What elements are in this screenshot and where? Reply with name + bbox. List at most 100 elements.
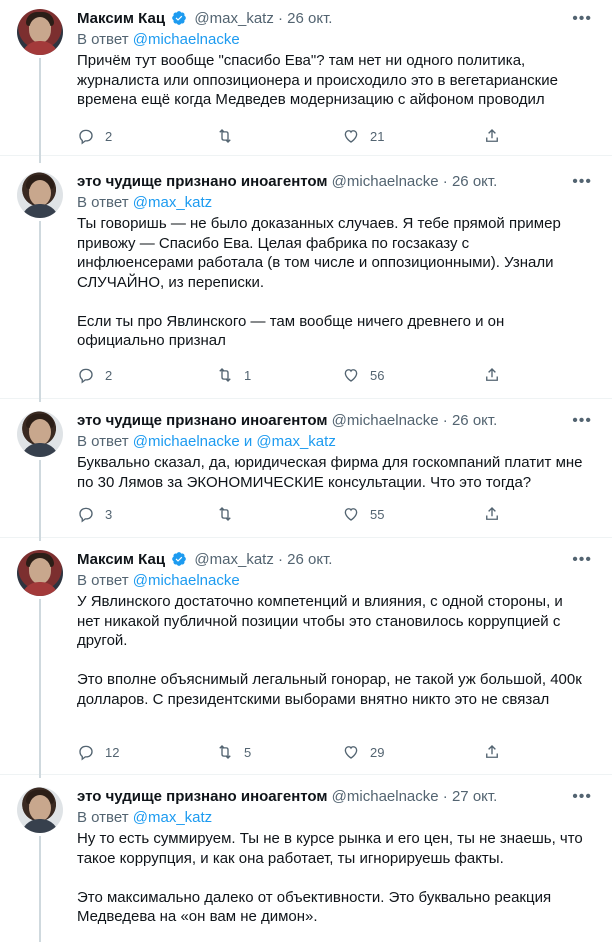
avatar[interactable]: [17, 172, 63, 218]
share-button[interactable]: [483, 127, 501, 147]
avatar[interactable]: [17, 411, 63, 457]
reply-to-line: В ответ @max_katz: [77, 808, 212, 828]
tweet[interactable]: Максим Кац @max_katz · 26 окт. ••• В отв…: [0, 538, 612, 775]
thread-line: [39, 599, 41, 775]
tweet-text: Причём тут вообще "спасибо Ева"? там нет…: [77, 52, 563, 108]
tweet-date[interactable]: 26 окт.: [287, 551, 332, 568]
separator-dot: ·: [442, 173, 448, 190]
separator-dot: ·: [278, 10, 283, 27]
tweet[interactable]: Максим Кац @max_katz · 26 окт. ••• В отв…: [0, 0, 612, 156]
reply-button[interactable]: 2: [77, 127, 112, 147]
tweet[interactable]: это чудище признано иноагентом @michaeln…: [0, 156, 612, 399]
author-name[interactable]: это чудище признано иноагентом: [77, 412, 328, 429]
reply-prefix: В ответ: [77, 194, 133, 211]
tweet-date[interactable]: 27 окт.: [452, 788, 497, 805]
author-handle[interactable]: @max_katz: [194, 10, 273, 27]
tweet[interactable]: это чудище признано иноагентом @michaeln…: [0, 775, 612, 942]
share-button[interactable]: [483, 366, 501, 386]
retweet-button[interactable]: 1: [216, 366, 251, 386]
like-button[interactable]: 29: [342, 743, 384, 763]
thread-line: [39, 58, 41, 156]
share-icon: [486, 368, 498, 381]
author-handle[interactable]: @michaelnacke: [332, 788, 439, 805]
reply-mention-link[interactable]: @michaelnacke: [133, 31, 240, 48]
more-options-icon[interactable]: •••: [572, 787, 592, 807]
more-options-icon[interactable]: •••: [572, 550, 592, 570]
author-name[interactable]: Максим Кац: [77, 10, 165, 27]
like-button[interactable]: 55: [342, 505, 384, 525]
like-button[interactable]: 56: [342, 366, 384, 386]
avatar[interactable]: [17, 550, 63, 596]
share-icon: [486, 129, 498, 142]
reply-count: 12: [105, 745, 120, 760]
thread-line: [39, 836, 41, 942]
more-options-icon[interactable]: •••: [572, 9, 592, 29]
more-options-icon[interactable]: •••: [572, 172, 592, 192]
tweet-date[interactable]: 26 окт.: [287, 10, 332, 27]
share-button[interactable]: [483, 505, 501, 525]
tweet-text: У Явлинского достаточно компетенций и вл…: [77, 593, 582, 708]
retweet-icon: [219, 507, 231, 521]
thread-line: [39, 399, 41, 402]
reply-prefix: В ответ: [77, 433, 133, 450]
author-name[interactable]: это чудище признано иноагентом: [77, 788, 328, 805]
reply-icon: [79, 507, 93, 523]
reply-to-line: В ответ @michaelnacke: [77, 571, 240, 591]
action-bar: 12 5 29: [77, 743, 517, 763]
retweet-button[interactable]: 5: [216, 743, 251, 763]
thread-line: [39, 538, 41, 541]
author-name[interactable]: это чудище признано иноагентом: [77, 173, 328, 190]
share-icon: [486, 507, 498, 520]
reply-icon: [79, 368, 93, 384]
like-count: 29: [370, 745, 385, 760]
like-button[interactable]: 21: [342, 127, 384, 147]
reply-mention-link[interactable]: @michaelnacke и @max_katz: [133, 433, 336, 450]
tweet-date[interactable]: 26 окт.: [452, 412, 497, 429]
reply-mention-link[interactable]: @max_katz: [133, 809, 212, 826]
reply-button[interactable]: 2: [77, 366, 112, 386]
tweet-text: Буквально сказал, да, юридическая фирма …: [77, 454, 587, 491]
thread-line: [39, 156, 41, 163]
reply-prefix: В ответ: [77, 31, 133, 48]
reply-mention-link[interactable]: @max_katz: [133, 194, 212, 211]
reply-button[interactable]: 12: [77, 743, 119, 763]
author-handle[interactable]: @michaelnacke: [332, 412, 439, 429]
avatar[interactable]: [17, 9, 63, 55]
retweet-button[interactable]: [216, 505, 244, 525]
reply-icon: [79, 745, 93, 761]
heart-icon: [344, 508, 358, 521]
heart-icon: [344, 130, 358, 143]
separator-dot: ·: [442, 788, 448, 805]
author-handle[interactable]: @max_katz: [194, 551, 273, 568]
retweet-count: 1: [244, 368, 252, 383]
reply-mention-link[interactable]: @michaelnacke: [133, 572, 240, 589]
thread-line: [39, 221, 41, 399]
verified-badge-icon: [172, 552, 187, 566]
reply-count: 2: [105, 368, 113, 383]
reply-prefix: В ответ: [77, 809, 133, 826]
tweet-text: Ты говоришь — не было доказанных случаев…: [77, 215, 561, 349]
reply-button[interactable]: 3: [77, 505, 112, 525]
retweet-button[interactable]: [216, 127, 244, 147]
share-icon: [486, 745, 498, 758]
retweet-icon: [219, 129, 231, 143]
tweet-text: Ну то есть суммируем. Ты не в курсе рынк…: [77, 830, 583, 925]
tweet[interactable]: это чудище признано иноагентом @michaeln…: [0, 399, 612, 538]
like-count: 21: [370, 129, 385, 144]
like-count: 56: [370, 368, 385, 383]
share-button[interactable]: [483, 743, 501, 763]
tweet-date[interactable]: 26 окт.: [452, 173, 497, 190]
retweet-icon: [219, 368, 231, 382]
verified-badge-icon: [172, 11, 187, 25]
reply-icon: [79, 129, 93, 145]
more-options-icon[interactable]: •••: [572, 411, 592, 431]
thread-line: [39, 775, 41, 778]
author-handle[interactable]: @michaelnacke: [332, 173, 439, 190]
author-name[interactable]: Максим Кац: [77, 551, 165, 568]
separator-dot: ·: [278, 551, 283, 568]
heart-icon: [344, 746, 358, 759]
avatar[interactable]: [17, 787, 63, 833]
action-bar: 3 55: [77, 505, 517, 525]
like-count: 55: [370, 507, 385, 522]
action-bar: 2 1 56: [77, 366, 517, 386]
